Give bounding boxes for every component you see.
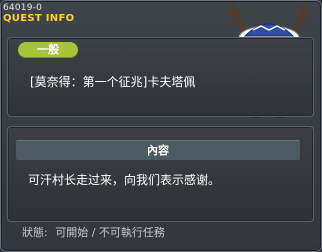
window-title: QUEST INFO — [3, 13, 75, 24]
status-value: 可開始 / 不可執行任務 — [55, 226, 165, 239]
quest-name: [莫奈得：第一个征兆]卡夫塔佩 — [30, 75, 196, 89]
quest-category-badge: 一般 — [18, 42, 78, 58]
window-title-area: 64019-0 QUEST INFO — [3, 3, 74, 24]
content-text: 可汗村长走过来，向我们表示感谢。 — [28, 173, 221, 187]
status-label: 狀態: — [22, 226, 48, 239]
content-header: 內容 — [16, 140, 300, 160]
quest-id: 64019-0 — [3, 3, 43, 13]
quest-status: 狀態: 可開始 / 不可執行任務 — [22, 226, 169, 240]
